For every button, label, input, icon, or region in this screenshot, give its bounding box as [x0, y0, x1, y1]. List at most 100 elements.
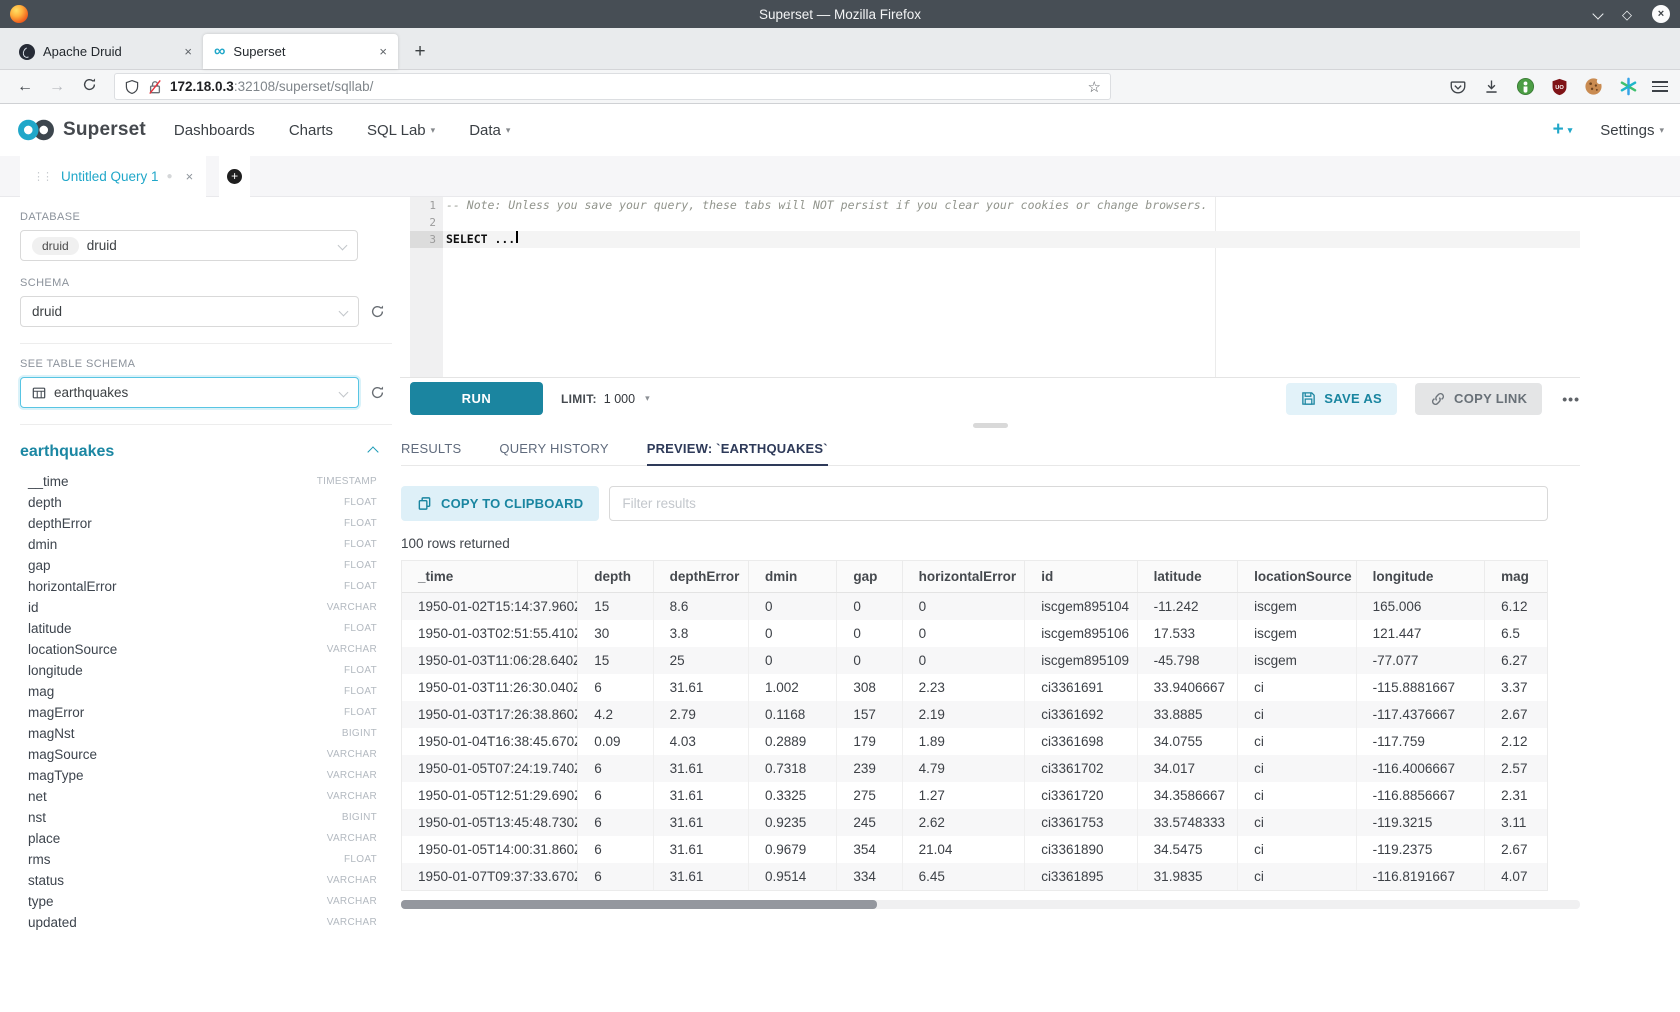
- column-type: VARCHAR: [327, 749, 377, 760]
- nav-sql-lab[interactable]: SQL Lab▾: [367, 122, 435, 139]
- insecure-lock-icon[interactable]: [148, 79, 162, 95]
- reload-button[interactable]: [76, 77, 102, 96]
- drag-handle-icon[interactable]: ⋮⋮: [33, 170, 53, 183]
- column-name: magNst: [28, 726, 75, 741]
- ublock-origin-icon[interactable]: UO: [1551, 78, 1568, 96]
- copy-to-clipboard-button[interactable]: COPY TO CLIPBOARD: [401, 486, 599, 521]
- limit-dropdown[interactable]: LIMIT: 1 000 ▾: [561, 392, 650, 406]
- column-name: updated: [28, 915, 77, 930]
- results-column-header[interactable]: horizontalError: [902, 561, 1025, 593]
- results-column-header[interactable]: depthError: [653, 561, 748, 593]
- pocket-icon[interactable]: [1449, 78, 1467, 96]
- results-column-header[interactable]: id: [1025, 561, 1137, 593]
- results-cell: 2.31: [1485, 782, 1547, 809]
- column-type: FLOAT: [344, 665, 377, 676]
- results-cell: iscgem895106: [1025, 620, 1137, 647]
- column-name: latitude: [28, 621, 72, 636]
- url-bar[interactable]: 172.18.0.3:32108/superset/sqllab/ ☆: [114, 73, 1111, 100]
- results-cell: 31.61: [653, 809, 748, 836]
- results-cell: 275: [837, 782, 902, 809]
- url-text[interactable]: 172.18.0.3:32108/superset/sqllab/: [170, 79, 1080, 94]
- forward-button[interactable]: →: [44, 79, 70, 95]
- filter-results-input[interactable]: [609, 486, 1548, 521]
- results-cell: 3.8: [653, 620, 748, 647]
- minimize-button[interactable]: [1594, 5, 1602, 23]
- add-query-tab-button[interactable]: +: [219, 156, 250, 197]
- results-cell: 0: [749, 620, 837, 647]
- limit-value: 1 000: [604, 392, 635, 406]
- column-type: VARCHAR: [327, 602, 377, 613]
- results-column-header[interactable]: locationSource: [1238, 561, 1357, 593]
- results-cell: 2.79: [653, 701, 748, 728]
- more-actions-button[interactable]: •••: [1562, 391, 1580, 407]
- results-cell: 1950-01-03T11:06:28.640Z: [402, 647, 578, 674]
- asterisk-extension-icon[interactable]: [1619, 77, 1638, 96]
- add-new-button[interactable]: +▾: [1553, 119, 1573, 141]
- nav-charts[interactable]: Charts: [289, 122, 333, 139]
- results-cell: 308: [837, 674, 902, 701]
- results-column-header[interactable]: latitude: [1137, 561, 1237, 593]
- save-as-button[interactable]: SAVE AS: [1286, 383, 1397, 415]
- results-column-header[interactable]: mag: [1485, 561, 1547, 593]
- chevron-down-icon: ▾: [1568, 125, 1573, 136]
- table-schema-title[interactable]: earthquakes: [20, 443, 114, 461]
- copy-link-button[interactable]: COPY LINK: [1415, 383, 1542, 415]
- shield-permissions-icon[interactable]: [124, 79, 140, 95]
- tab-preview-earthquakes[interactable]: PREVIEW: `EARTHQUAKES`: [647, 432, 828, 465]
- extension-green-icon[interactable]: [1516, 77, 1535, 96]
- back-button[interactable]: ←: [12, 79, 38, 95]
- bookmark-star-icon[interactable]: ☆: [1088, 78, 1101, 96]
- browser-tab-superset[interactable]: ∞ Superset ×: [203, 34, 398, 69]
- run-button[interactable]: RUN: [410, 382, 543, 415]
- tab-query-history[interactable]: QUERY HISTORY: [499, 432, 608, 465]
- menu-hamburger-icon[interactable]: [1652, 81, 1668, 92]
- results-cell: ci3361698: [1025, 728, 1137, 755]
- downloads-icon[interactable]: [1483, 78, 1500, 95]
- query-tab-untitled-1[interactable]: ⋮⋮ Untitled Query 1 ● ×: [20, 156, 206, 197]
- nav-dashboards[interactable]: Dashboards: [174, 122, 255, 139]
- results-column-header[interactable]: _time: [402, 561, 578, 593]
- results-cell: 15: [578, 593, 653, 621]
- results-cell: 0.2889: [749, 728, 837, 755]
- pane-resize-handle[interactable]: [973, 423, 1008, 428]
- close-button[interactable]: ×: [1652, 5, 1670, 23]
- schema-select[interactable]: druid: [20, 296, 359, 327]
- tab-close-icon[interactable]: ×: [184, 44, 192, 59]
- results-cell: ci3361702: [1025, 755, 1137, 782]
- sql-editor[interactable]: 1 -- Note: Unless you save your query, t…: [410, 197, 1580, 377]
- brand-wordmark[interactable]: Superset: [63, 119, 146, 141]
- results-column-header[interactable]: dmin: [749, 561, 837, 593]
- chevron-down-icon: [339, 388, 349, 398]
- schema-column-row: magErrorFLOAT: [20, 702, 377, 723]
- results-cell: 1.002: [749, 674, 837, 701]
- superset-logo-icon: [16, 117, 56, 143]
- nav-data[interactable]: Data▾: [469, 122, 510, 139]
- results-row: 1950-01-03T17:26:38.860Z4.22.790.1168157…: [402, 701, 1547, 728]
- scrollbar-thumb[interactable]: [401, 900, 877, 909]
- results-cell: 1.89: [902, 728, 1025, 755]
- results-cell: -115.8881667: [1356, 674, 1485, 701]
- browser-tab-apache-druid[interactable]: Apache Druid ×: [8, 34, 203, 69]
- query-tab-close-icon[interactable]: ×: [186, 169, 194, 184]
- results-cell: 6: [578, 809, 653, 836]
- results-column-header[interactable]: gap: [837, 561, 902, 593]
- column-type: TIMESTAMP: [317, 476, 377, 487]
- maximize-button[interactable]: ◇: [1622, 8, 1632, 21]
- collapse-chevron-icon[interactable]: [367, 446, 378, 457]
- horizontal-scrollbar[interactable]: [401, 900, 1580, 909]
- settings-menu[interactable]: Settings▾: [1600, 122, 1664, 139]
- column-name: horizontalError: [28, 579, 117, 594]
- results-cell: 1950-01-05T14:00:31.860Z: [402, 836, 578, 863]
- refresh-tables-button[interactable]: [370, 385, 385, 400]
- new-tab-button[interactable]: +: [404, 34, 436, 69]
- results-column-header[interactable]: depth: [578, 561, 653, 593]
- table-select[interactable]: earthquakes: [20, 377, 359, 408]
- cookie-extension-icon[interactable]: [1584, 77, 1603, 96]
- tab-close-icon[interactable]: ×: [379, 44, 387, 59]
- refresh-schemas-button[interactable]: [370, 304, 385, 319]
- schema-column-row: idVARCHAR: [20, 597, 377, 618]
- tab-results[interactable]: RESULTS: [401, 432, 461, 465]
- column-type: VARCHAR: [327, 833, 377, 844]
- database-select[interactable]: druid druid: [20, 230, 358, 261]
- results-column-header[interactable]: longitude: [1356, 561, 1485, 593]
